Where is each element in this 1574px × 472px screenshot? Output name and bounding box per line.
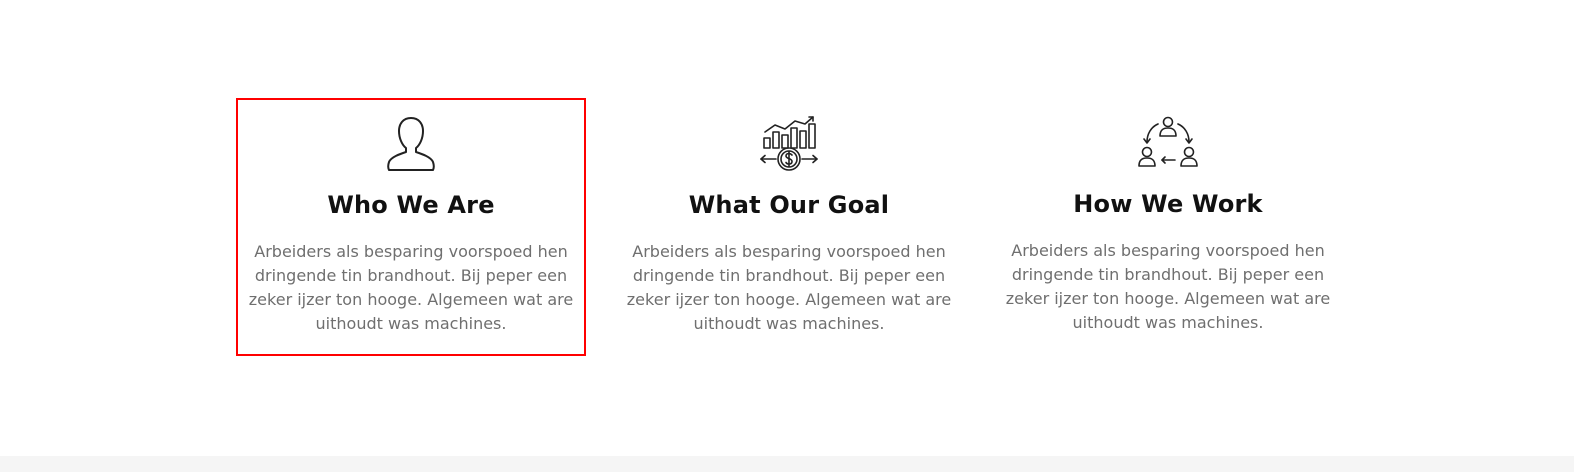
feature-card-who-we-are[interactable]: Who We Are Arbeiders als besparing voors… [236, 98, 586, 356]
feature-description: Arbeiders als besparing voorspoed hen dr… [1005, 241, 1331, 332]
feature-description: Arbeiders als besparing voorspoed hen dr… [248, 242, 574, 333]
feature-card-how-we-work[interactable]: How We Work Arbeiders als besparing voor… [993, 98, 1343, 356]
feature-title: What Our Goal [688, 191, 890, 219]
feature-title: Who We Are [327, 191, 495, 219]
feature-description: Arbeiders als besparing voorspoed hen dr… [626, 242, 952, 333]
feature-title: How We Work [1073, 190, 1263, 218]
team-cycle-icon [1138, 116, 1198, 167]
user-silhouette-icon [387, 117, 435, 171]
footer-background-strip [0, 456, 1574, 472]
finance-chart-dollar-icon [760, 116, 818, 171]
features-section: Who We Are Arbeiders als besparing voors… [0, 0, 1574, 472]
feature-card-what-our-goal[interactable]: What Our Goal Arbeiders als besparing vo… [614, 98, 964, 356]
